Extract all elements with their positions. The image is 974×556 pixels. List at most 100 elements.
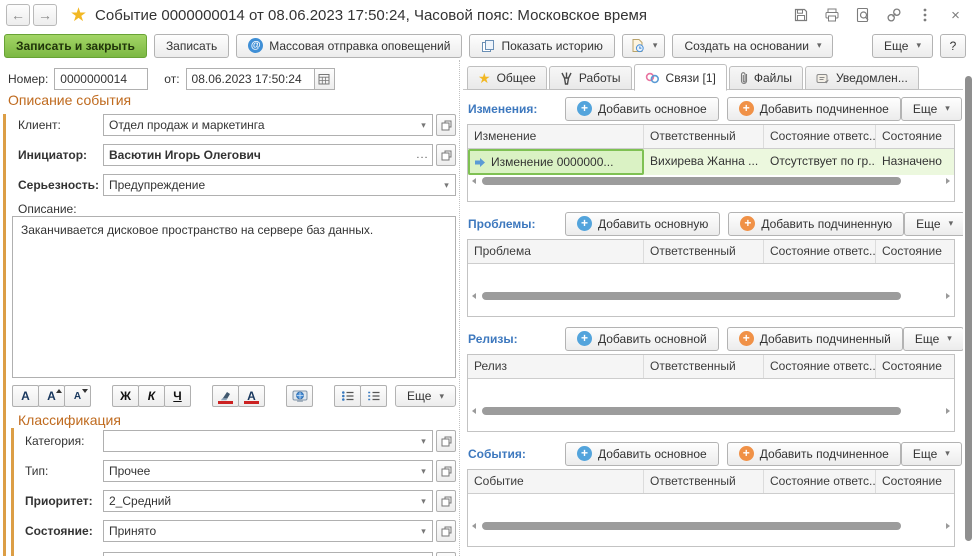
font-color-button[interactable]: А: [238, 385, 265, 407]
insert-image-button[interactable]: [286, 385, 313, 407]
scroll-right-arrow[interactable]: [946, 178, 950, 184]
link-icon[interactable]: [885, 7, 902, 24]
initiator-input[interactable]: [103, 144, 433, 166]
events-more-button[interactable]: Еще ▾: [901, 442, 962, 466]
column-header[interactable]: Ответственный: [644, 470, 764, 493]
save-icon[interactable]: [792, 7, 809, 24]
column-header[interactable]: Изменение: [468, 125, 644, 148]
column-header[interactable]: Состояние ответс...: [764, 125, 876, 148]
chevron-down-icon[interactable]: ▾: [415, 461, 432, 481]
partial-open-button[interactable]: [436, 552, 456, 556]
scroll-left-arrow[interactable]: [472, 178, 476, 184]
font-decrease-button[interactable]: A: [64, 385, 91, 407]
changes-more-button[interactable]: Еще ▾: [901, 97, 962, 121]
tab-general[interactable]: ★ Общее: [467, 66, 547, 90]
description-textarea[interactable]: Заканчивается дисковое пространство на с…: [12, 216, 456, 378]
help-button[interactable]: ?: [940, 34, 966, 58]
close-icon[interactable]: ×: [947, 7, 964, 24]
scroll-left-arrow[interactable]: [472, 408, 476, 414]
releases-add-main-button[interactable]: + Добавить основной: [565, 327, 719, 351]
print-icon[interactable]: [823, 7, 840, 24]
changes-add-sub-button[interactable]: + Добавить подчиненное: [727, 97, 901, 121]
client-open-button[interactable]: [436, 114, 456, 136]
scroll-right-arrow[interactable]: [946, 408, 950, 414]
save-and-close-button[interactable]: Записать и закрыть: [4, 34, 147, 58]
back-button[interactable]: ←: [6, 4, 30, 26]
scrollbar-thumb[interactable]: [482, 407, 901, 415]
mass-send-button[interactable]: @ Массовая отправка оповещений: [236, 34, 462, 58]
category-input[interactable]: [103, 430, 433, 452]
tab-notifications[interactable]: Уведомлен...: [805, 66, 919, 90]
date-input[interactable]: [186, 68, 314, 90]
scrollbar-thumb[interactable]: [482, 292, 901, 300]
events-add-main-button[interactable]: + Добавить основное: [565, 442, 719, 466]
column-header[interactable]: Проблема: [468, 240, 644, 263]
column-header[interactable]: Ответственный: [644, 240, 764, 263]
scroll-left-arrow[interactable]: [472, 523, 476, 529]
font-increase-button[interactable]: A: [38, 385, 65, 407]
format-more-button[interactable]: Еще ▾: [395, 385, 456, 407]
bullet-list-button[interactable]: [334, 385, 361, 407]
initiator-open-button[interactable]: [436, 144, 456, 166]
choose-button[interactable]: ...: [413, 145, 432, 165]
releases-more-button[interactable]: Еще ▾: [903, 327, 963, 351]
column-header[interactable]: Состояние ответс...: [764, 240, 876, 263]
italic-button[interactable]: К: [138, 385, 165, 407]
scroll-left-arrow[interactable]: [472, 293, 476, 299]
tab-works[interactable]: Работы: [549, 66, 632, 90]
type-open-button[interactable]: [436, 460, 456, 482]
column-header[interactable]: Событие: [468, 470, 644, 493]
priority-input[interactable]: [103, 490, 433, 512]
problems-add-sub-button[interactable]: + Добавить подчиненную: [728, 212, 904, 236]
type-input[interactable]: [103, 460, 433, 482]
create-based-on-button[interactable]: Создать на основании ▾: [672, 34, 833, 58]
scrollbar-thumb[interactable]: [482, 177, 901, 185]
category-open-button[interactable]: [436, 430, 456, 452]
font-button[interactable]: A: [12, 385, 39, 407]
highlight-color-button[interactable]: [212, 385, 239, 407]
numbered-list-button[interactable]: [360, 385, 387, 407]
show-history-button[interactable]: Показать историю: [469, 34, 614, 58]
scroll-right-arrow[interactable]: [946, 293, 950, 299]
priority-open-button[interactable]: [436, 490, 456, 512]
scrollbar-thumb[interactable]: [482, 522, 901, 530]
underline-button[interactable]: Ч: [164, 385, 191, 407]
state-open-button[interactable]: [436, 520, 456, 542]
events-add-sub-button[interactable]: + Добавить подчиненное: [727, 442, 901, 466]
releases-add-sub-button[interactable]: + Добавить подчиненный: [727, 327, 903, 351]
column-header[interactable]: Релиз: [468, 355, 644, 378]
tab-links[interactable]: Связи [1]: [634, 64, 727, 91]
column-header[interactable]: Ответственный: [644, 355, 764, 378]
bold-button[interactable]: Ж: [112, 385, 139, 407]
chevron-down-icon[interactable]: ▾: [438, 175, 455, 195]
menu-dots-icon[interactable]: [916, 7, 933, 24]
client-input[interactable]: [103, 114, 433, 136]
forward-button[interactable]: →: [33, 4, 57, 26]
number-input[interactable]: [54, 68, 148, 90]
problems-more-button[interactable]: Еще ▾: [904, 212, 963, 236]
table-row[interactable]: Изменение 0000000... Вихирева Жанна ... …: [468, 149, 954, 175]
column-header[interactable]: Ответственный: [644, 125, 764, 148]
report-dropdown-button[interactable]: ▾: [622, 34, 666, 58]
column-header[interactable]: Состояние: [876, 125, 954, 148]
chevron-down-icon[interactable]: ▾: [415, 491, 432, 511]
problems-add-main-button[interactable]: + Добавить основную: [565, 212, 720, 236]
column-header[interactable]: Состояние ответс...: [764, 355, 876, 378]
chevron-down-icon[interactable]: ▾: [415, 431, 432, 451]
more-button[interactable]: Еще ▾: [872, 34, 933, 58]
scrollbar-thumb[interactable]: [965, 76, 972, 541]
state-input[interactable]: [103, 520, 433, 542]
chevron-down-icon[interactable]: ▾: [415, 521, 432, 541]
column-header[interactable]: Состояние: [876, 240, 954, 263]
scroll-right-arrow[interactable]: [946, 523, 950, 529]
column-header[interactable]: Состояние ответс...: [764, 470, 876, 493]
column-header[interactable]: Состояние: [876, 355, 954, 378]
calendar-button[interactable]: [314, 68, 335, 90]
changes-add-main-button[interactable]: + Добавить основное: [565, 97, 719, 121]
partial-input[interactable]: [103, 552, 433, 556]
preview-icon[interactable]: [854, 7, 871, 24]
chevron-down-icon[interactable]: ▾: [415, 115, 432, 135]
tab-files[interactable]: Файлы: [729, 66, 803, 90]
favorite-star-icon[interactable]: ★: [70, 4, 87, 27]
column-header[interactable]: Состояние: [876, 470, 954, 493]
